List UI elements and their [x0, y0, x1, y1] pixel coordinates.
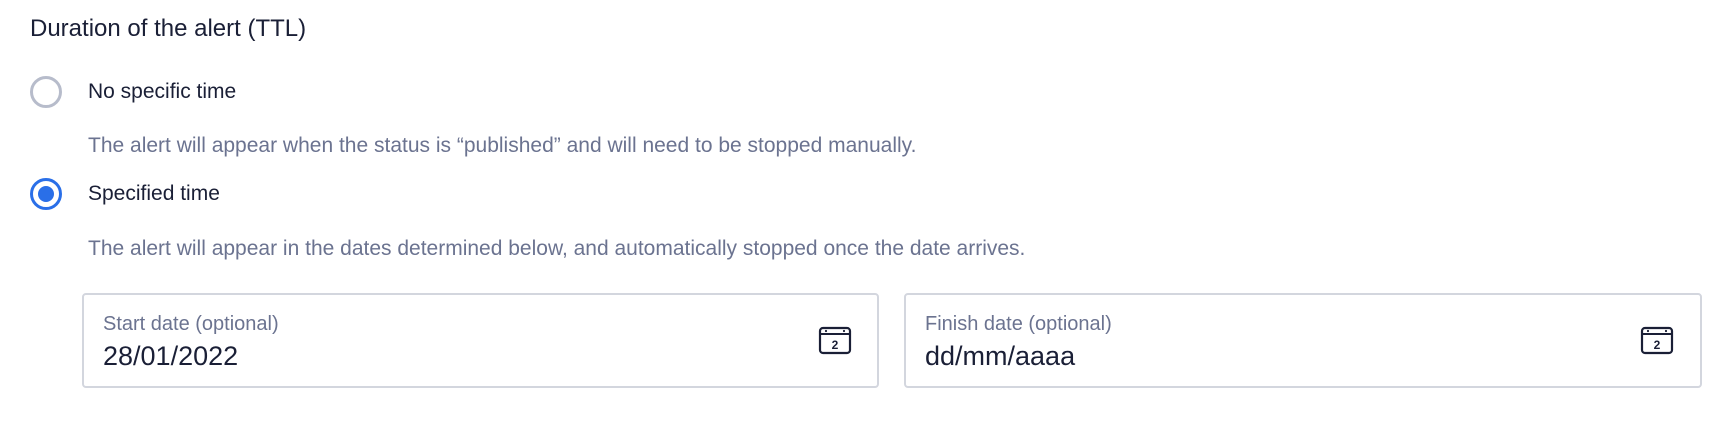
calendar-icon[interactable]: 2	[1640, 325, 1674, 355]
radio-button-unchecked[interactable]	[30, 76, 62, 108]
finish-date-label: Finish date (optional)	[925, 313, 1112, 335]
calendar-icon-number: 2	[832, 338, 839, 352]
section-title: Duration of the alert (TTL)	[30, 15, 307, 42]
calendar-icon-number: 2	[1654, 338, 1661, 352]
radio-selected-dot	[38, 186, 54, 202]
radio-option-specified-time[interactable]: Specified time	[30, 178, 220, 210]
helper-text-specified-time: The alert will appear in the dates deter…	[88, 237, 1026, 260]
radio-label-no-specific-time: No specific time	[88, 80, 237, 103]
radio-option-no-specific-time[interactable]: No specific time	[30, 76, 236, 108]
radio-button-checked[interactable]	[30, 178, 62, 210]
calendar-icon[interactable]: 2	[818, 325, 852, 355]
ttl-section: Duration of the alert (TTL) No specific …	[0, 0, 1712, 432]
start-date-input[interactable]: 28/01/2022	[103, 339, 579, 373]
helper-text-no-specific-time: The alert will appear when the status is…	[88, 134, 917, 157]
start-date-field[interactable]: Start date (optional) 28/01/2022 2	[82, 293, 879, 388]
finish-date-field[interactable]: Finish date (optional) dd/mm/aaaa 2	[904, 293, 1702, 388]
radio-label-specified-time: Specified time	[88, 182, 220, 205]
start-date-label: Start date (optional)	[103, 313, 279, 335]
finish-date-input[interactable]: dd/mm/aaaa	[925, 339, 1401, 373]
